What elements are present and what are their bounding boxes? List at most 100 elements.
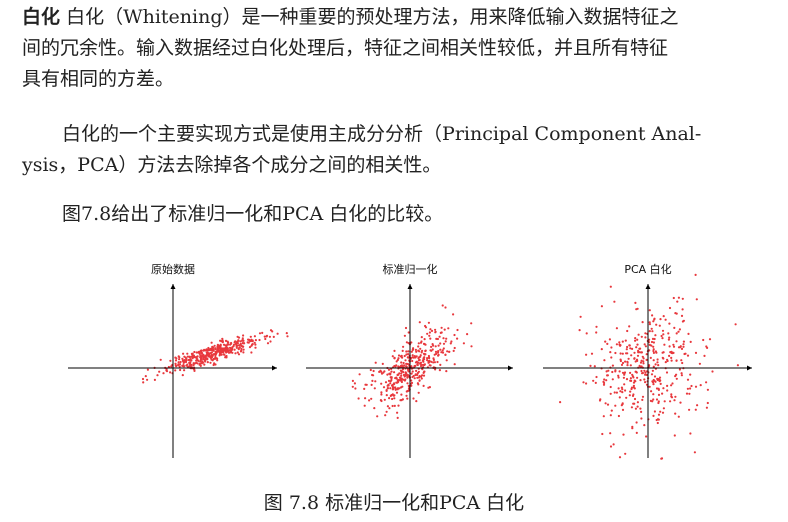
scatter-point: [158, 370, 161, 373]
scatter-point: [358, 373, 361, 376]
scatter-point: [666, 358, 669, 361]
y-axis-arrowhead: [170, 284, 176, 289]
scatter-point: [222, 343, 226, 346]
scatter-point: [389, 373, 392, 376]
scatter-point: [628, 394, 631, 397]
scatter-point: [363, 387, 366, 390]
scatter-point: [214, 353, 217, 356]
scatter-point: [604, 402, 607, 405]
scatter-point: [627, 357, 630, 360]
scatter-point: [628, 344, 631, 347]
scatter-point: [645, 435, 648, 438]
scatter-point: [181, 374, 184, 377]
scatter-point: [440, 326, 443, 329]
scatter-point: [370, 397, 373, 400]
scatter-point: [615, 391, 619, 394]
scatter-point: [217, 348, 220, 351]
scatter-point: [655, 323, 658, 326]
scatter-point: [632, 376, 635, 379]
x-axis-arrowhead: [747, 365, 752, 371]
scatter-point: [396, 416, 399, 419]
scatter-point: [225, 344, 228, 347]
scatter-point: [640, 335, 643, 338]
scatter-point: [434, 330, 437, 333]
scatter-point: [388, 397, 391, 400]
scatter-point: [610, 409, 613, 412]
scatter-point: [421, 374, 424, 377]
scatter-point: [428, 357, 431, 360]
scatter-point: [414, 348, 417, 351]
scatter-point: [258, 338, 261, 342]
scatter-point: [175, 365, 178, 368]
scatter-point: [351, 379, 354, 382]
scatter-point: [407, 356, 410, 359]
scatter-point: [401, 385, 404, 388]
scatter-point: [391, 383, 395, 386]
scatter-point: [643, 424, 646, 427]
scatter-point: [371, 379, 374, 382]
scatter-point: [197, 359, 200, 362]
paragraph-whitening-definition: 白化 白化（Whitening）是一种重要的预处理方法，用来降低输入数据特征之 …: [22, 2, 788, 95]
scatter-point: [439, 348, 442, 351]
scatter-point: [652, 345, 655, 348]
scatter-point: [432, 361, 435, 364]
scatter-point: [242, 342, 245, 345]
paragraph1-line2: 间的冗余性。输入数据经过白化处理后，特征之间相关性较低，并且所有特征: [22, 37, 669, 59]
scatter-point: [641, 355, 644, 358]
scatter-point: [668, 345, 671, 348]
scatter-point: [688, 408, 691, 411]
scatter-point: [595, 331, 598, 334]
scatter-point: [228, 346, 232, 349]
scatter-point: [663, 343, 666, 346]
scatter-point: [702, 338, 705, 342]
document-page: 白化 白化（Whitening）是一种重要的预处理方法，用来降低输入数据特征之 …: [0, 0, 788, 522]
scatter-point: [643, 378, 646, 381]
scatter-point: [622, 376, 626, 379]
scatter-point: [411, 354, 414, 357]
scatter-point: [636, 354, 640, 357]
scatter-point: [639, 379, 642, 382]
scatter-point: [654, 363, 657, 366]
scatter-point: [705, 406, 709, 409]
scatter-point: [393, 397, 396, 400]
scatter-point: [269, 329, 273, 332]
scatter-point: [437, 354, 440, 357]
scatter-point: [650, 390, 653, 393]
scatter-point: [371, 373, 374, 377]
scatter-point: [222, 353, 225, 356]
scatter-point: [657, 393, 661, 396]
scatter-point: [395, 391, 399, 394]
scatter-point: [650, 340, 654, 344]
scatter-point: [412, 374, 415, 378]
scatter-point: [680, 347, 684, 350]
term-whitening: 白化: [22, 6, 61, 28]
scatter-point: [385, 410, 388, 413]
scatter-point: [640, 369, 643, 373]
scatter-point: [390, 394, 393, 397]
scatter-point: [652, 383, 655, 386]
scatter-point: [603, 381, 606, 385]
scatter-point: [227, 341, 230, 344]
scatter-point: [434, 350, 438, 353]
scatter-point: [641, 398, 644, 401]
scatter-point: [590, 352, 594, 355]
scatter-point: [711, 370, 714, 373]
scatter-point: [644, 345, 648, 348]
scatter-point: [264, 337, 267, 341]
scatter-point: [206, 349, 209, 352]
scatter-point: [423, 338, 426, 341]
scatter-point: [609, 445, 613, 448]
scatter-point: [629, 371, 632, 374]
scatter-point: [657, 378, 660, 381]
scatter-point: [242, 351, 245, 354]
scatter-point: [652, 365, 655, 368]
scatter-point: [626, 329, 629, 333]
scatter-point: [210, 351, 213, 354]
scatter-point: [649, 356, 652, 359]
scatter-point: [396, 373, 399, 376]
paragraph1-line3: 具有相同的方差。: [22, 68, 175, 90]
scatter-point: [237, 353, 241, 356]
scatter-point: [248, 346, 252, 349]
scatter-point: [623, 373, 626, 376]
scatter-point: [438, 369, 441, 372]
